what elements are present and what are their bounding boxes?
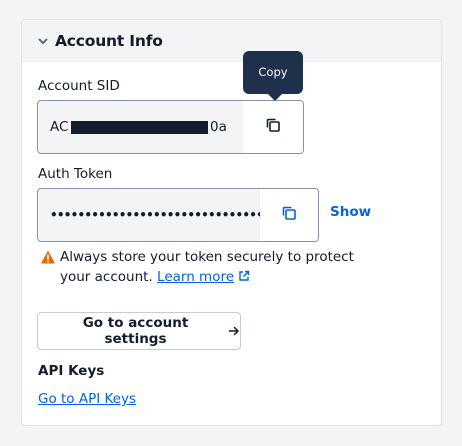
redaction-bar (71, 121, 208, 134)
warning-message: Always store your token securely to prot… (60, 247, 360, 287)
warning-icon (40, 249, 56, 265)
card-header[interactable]: Account Info (22, 20, 441, 62)
account-info-card: Account Info Account SID AC 0a Copy Auth… (21, 19, 442, 426)
copy-tooltip: Copy (243, 51, 303, 94)
copy-icon (264, 116, 282, 138)
learn-more-link[interactable]: Learn more (157, 269, 234, 285)
tooltip-arrow (268, 94, 282, 101)
auth-token-label: Auth Token (38, 166, 113, 182)
external-link-icon[interactable] (238, 268, 250, 281)
settings-button-label: Go to account settings (82, 315, 189, 347)
copy-icon (280, 204, 298, 226)
auth-token-masked-value: •••••••••••••••••••••••••••••••• (50, 208, 271, 222)
card-title: Account Info (55, 31, 163, 50)
go-to-api-keys-link[interactable]: Go to API Keys (38, 391, 136, 407)
account-sid-prefix: AC (50, 119, 69, 135)
account-sid-suffix: 0a (210, 119, 227, 135)
account-sid-field[interactable]: AC 0a (37, 100, 304, 154)
copy-auth-token-button[interactable] (260, 189, 318, 241)
account-sid-label: Account SID (38, 78, 120, 94)
api-keys-heading: API Keys (38, 363, 105, 379)
copy-account-sid-button[interactable] (243, 101, 303, 153)
go-to-account-settings-button[interactable]: Go to account settings (37, 312, 241, 350)
chevron-down-icon[interactable] (36, 34, 50, 48)
auth-token-field[interactable]: •••••••••••••••••••••••••••••••• (37, 188, 319, 242)
arrow-right-icon (228, 325, 240, 337)
show-token-button[interactable]: Show (330, 204, 371, 220)
